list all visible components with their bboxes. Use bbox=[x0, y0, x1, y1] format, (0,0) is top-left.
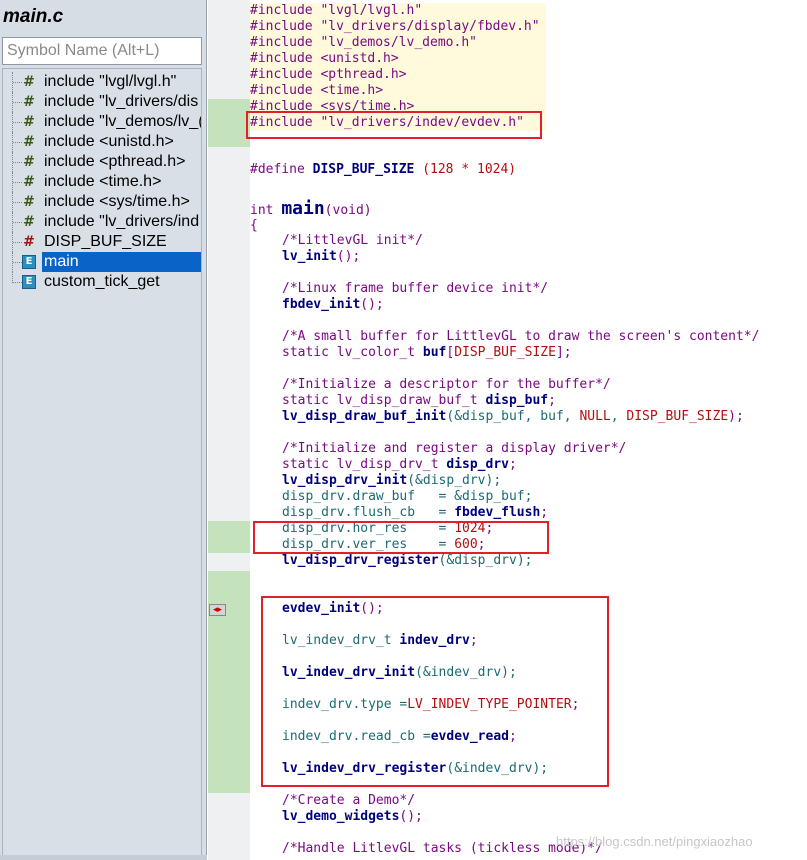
annotation-box-resolution bbox=[253, 521, 549, 554]
symbol-panel: main.c # include "lvgl/lvgl.h" # include… bbox=[0, 0, 207, 860]
symbol-item-custom-tick-get[interactable]: E custom_tick_get bbox=[3, 272, 201, 292]
file-title: main.c bbox=[3, 6, 64, 27]
breakpoint-marker-icon[interactable]: ◂▸ bbox=[209, 604, 226, 616]
include-icon: # bbox=[23, 114, 35, 130]
diff-marker bbox=[208, 521, 250, 553]
symbol-item-label: include "lv_demos/lv_( bbox=[44, 113, 202, 130]
code-line: /*A small buffer for LittlevGL to draw t… bbox=[282, 329, 760, 344]
symbol-item-disp-buf-size[interactable]: # DISP_BUF_SIZE bbox=[3, 232, 201, 252]
include-icon: # bbox=[23, 214, 35, 230]
code-line: #include "lvgl/lvgl.h" bbox=[250, 3, 423, 18]
symbol-item-label: include <time.h> bbox=[44, 173, 162, 190]
symbol-item-include-pthread[interactable]: # include <pthread.h> bbox=[3, 152, 201, 172]
code-line: /*LittlevGL init*/ bbox=[282, 233, 423, 248]
code-line: #include "lv_demos/lv_demo.h" bbox=[250, 35, 477, 50]
symbol-item-label: DISP_BUF_SIZE bbox=[44, 233, 167, 250]
include-icon: # bbox=[23, 134, 35, 150]
include-icon: # bbox=[23, 74, 35, 90]
code-line: #include <pthread.h> bbox=[250, 67, 407, 82]
code-line: #define DISP_BUF_SIZE (128 * 1024) bbox=[250, 162, 517, 177]
function-icon: E bbox=[22, 275, 36, 289]
symbol-item-label: include "lv_drivers/ind bbox=[44, 213, 200, 230]
code-line: fbdev_init(); bbox=[282, 297, 384, 312]
symbol-item-include-lvgl[interactable]: # include "lvgl/lvgl.h" bbox=[3, 72, 201, 92]
code-line: int main(void) bbox=[250, 198, 372, 219]
symbol-item-label: include <sys/time.h> bbox=[44, 193, 190, 210]
diff-marker bbox=[208, 99, 250, 147]
include-icon: # bbox=[23, 94, 35, 110]
code-line: disp_drv.flush_cb = fbdev_flush; bbox=[282, 505, 549, 520]
code-line: /*Initialize a descriptor for the buffer… bbox=[282, 377, 611, 392]
symbol-item-include-unistd[interactable]: # include <unistd.h> bbox=[3, 132, 201, 152]
symbol-item-label: include "lv_drivers/dis bbox=[44, 93, 199, 110]
code-line: lv_disp_drv_register(&disp_drv); bbox=[282, 553, 533, 568]
code-line: lv_init(); bbox=[282, 249, 361, 264]
code-line: /*Create a Demo*/ bbox=[282, 793, 416, 808]
code-line: #include <time.h> bbox=[250, 83, 384, 98]
horizontal-scrollbar[interactable] bbox=[0, 855, 207, 860]
code-line: #include "lv_drivers/display/fbdev.h" bbox=[250, 19, 540, 34]
code-line: /*Handle LitlevGL tasks (tickless mode)*… bbox=[282, 841, 603, 856]
code-line: /*Initialize and register a display driv… bbox=[282, 441, 627, 456]
symbol-tree: # include "lvgl/lvgl.h" # include "lv_dr… bbox=[2, 68, 202, 858]
include-icon: # bbox=[23, 194, 35, 210]
code-line: lv_disp_drv_init(&disp_drv); bbox=[282, 473, 502, 488]
code-line: static lv_disp_drv_t disp_drv; bbox=[282, 457, 517, 472]
code-line: /*Linux frame buffer device init*/ bbox=[282, 281, 549, 296]
code-line: static lv_color_t buf[DISP_BUF_SIZE]; bbox=[282, 345, 572, 360]
annotation-box-evdev-include bbox=[246, 111, 542, 139]
define-icon: # bbox=[23, 234, 35, 250]
symbol-item-label: include "lvgl/lvgl.h" bbox=[44, 73, 177, 90]
watermark: https://blog.csdn.net/pingxiaozhao bbox=[556, 834, 753, 849]
symbol-item-label: custom_tick_get bbox=[44, 273, 160, 290]
symbol-item-label: main bbox=[44, 253, 79, 270]
symbol-item-include-sys-time[interactable]: # include <sys/time.h> bbox=[3, 192, 201, 212]
include-icon: # bbox=[23, 174, 35, 190]
code-line: lv_demo_widgets(); bbox=[282, 809, 423, 824]
symbol-item-include-lv-demo[interactable]: # include "lv_demos/lv_( bbox=[3, 112, 202, 132]
annotation-box-indev-setup bbox=[261, 596, 609, 787]
symbol-item-label: include <pthread.h> bbox=[44, 153, 186, 170]
symbol-item-include-fbdev[interactable]: # include "lv_drivers/dis bbox=[3, 92, 201, 112]
function-icon: E bbox=[22, 255, 36, 269]
symbol-item-main[interactable]: E main bbox=[3, 252, 201, 272]
symbol-item-include-time[interactable]: # include <time.h> bbox=[3, 172, 201, 192]
include-icon: # bbox=[23, 154, 35, 170]
code-line: static lv_disp_draw_buf_t disp_buf; bbox=[282, 393, 556, 408]
code-line: { bbox=[250, 218, 258, 233]
symbol-search-input[interactable] bbox=[2, 37, 202, 65]
code-line: lv_disp_draw_buf_init(&disp_buf, buf, NU… bbox=[282, 409, 744, 424]
symbol-item-label: include <unistd.h> bbox=[44, 133, 174, 150]
code-line: #include <unistd.h> bbox=[250, 51, 399, 66]
symbol-item-include-evdev[interactable]: # include "lv_drivers/ind bbox=[3, 212, 201, 232]
code-line: disp_drv.draw_buf = &disp_buf; bbox=[282, 489, 533, 504]
